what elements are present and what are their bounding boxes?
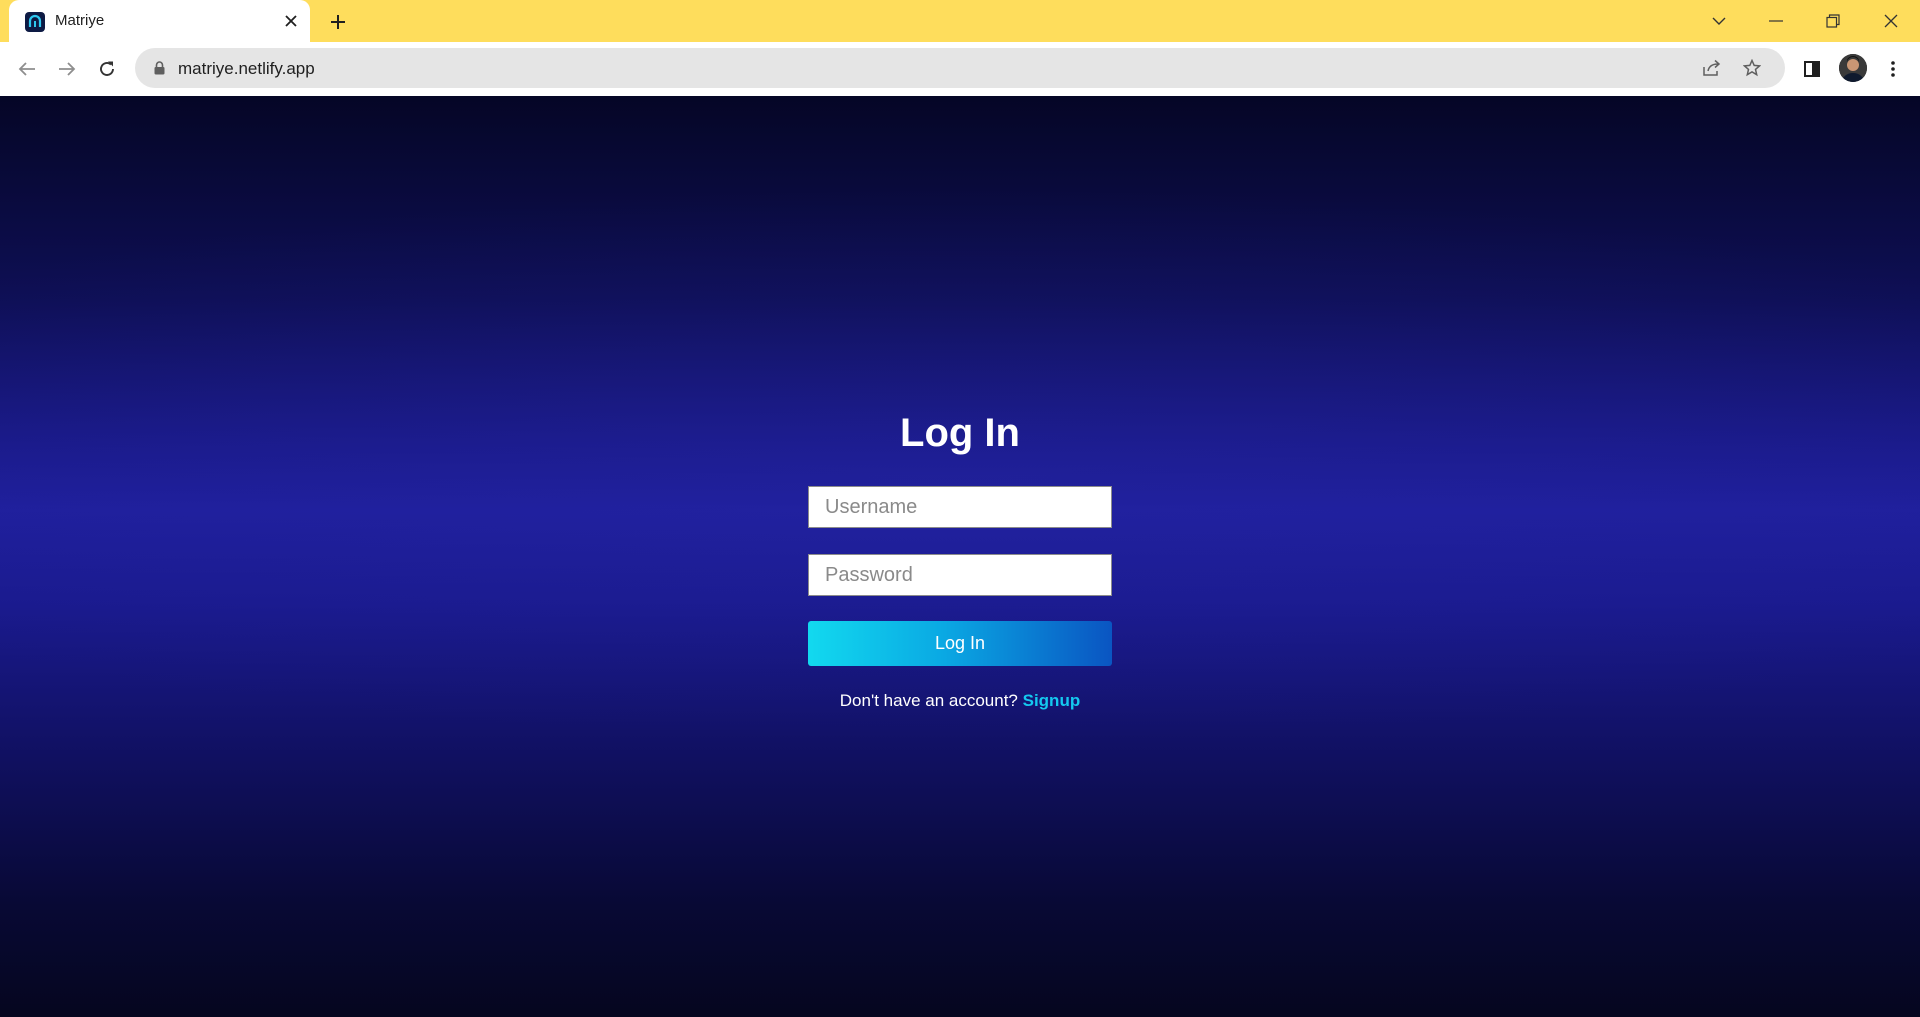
- minimize-icon[interactable]: [1761, 6, 1791, 36]
- signup-link[interactable]: Signup: [1023, 691, 1081, 710]
- close-tab-icon[interactable]: [281, 11, 301, 31]
- tab-search-chevron-down-icon[interactable]: [1704, 6, 1734, 36]
- share-icon[interactable]: [1700, 56, 1724, 80]
- username-input[interactable]: [808, 486, 1112, 528]
- password-input[interactable]: [808, 554, 1112, 596]
- restore-icon[interactable]: [1818, 6, 1848, 36]
- login-page: Log In Log In Don't have an account? Sig…: [0, 96, 1920, 1017]
- url-text[interactable]: matriye.netlify.app: [178, 59, 315, 79]
- lock-icon[interactable]: [151, 60, 167, 76]
- browser-tab[interactable]: Matriye: [9, 0, 310, 42]
- more-menu-icon[interactable]: [1878, 54, 1908, 84]
- new-tab-icon[interactable]: [326, 10, 350, 34]
- back-arrow-icon[interactable]: [12, 54, 42, 84]
- bookmark-star-icon[interactable]: [1740, 56, 1764, 80]
- signup-prompt-line: Don't have an account? Signup: [808, 691, 1112, 711]
- forward-arrow-icon[interactable]: [52, 54, 82, 84]
- tab-title: Matriye: [55, 12, 105, 29]
- matriye-logo-icon: [25, 12, 45, 32]
- address-bar[interactable]: matriye.netlify.app: [135, 48, 1785, 88]
- page-title: Log In: [900, 411, 1020, 455]
- login-form: Log In Log In Don't have an account? Sig…: [808, 406, 1112, 711]
- signup-prompt-text: Don't have an account?: [839, 691, 1018, 710]
- reload-icon[interactable]: [92, 54, 122, 84]
- side-panel-icon[interactable]: [1797, 54, 1827, 84]
- login-button[interactable]: Log In: [808, 621, 1112, 666]
- browser-toolbar: matriye.netlify.app: [0, 42, 1920, 96]
- browser-title-bar: Matriye: [0, 0, 1920, 42]
- profile-avatar[interactable]: [1839, 54, 1867, 82]
- close-window-icon[interactable]: [1876, 6, 1906, 36]
